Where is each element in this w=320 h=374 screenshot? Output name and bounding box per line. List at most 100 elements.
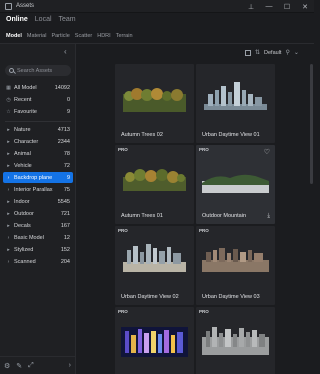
tab-material[interactable]: Material — [27, 33, 47, 39]
sidebar-item-count: 5545 — [57, 198, 70, 205]
pro-badge: PRO — [199, 147, 209, 152]
asset-name: Autumn Trees 02 — [121, 132, 163, 138]
sidebar-item-animal[interactable]: ▸ Animal 78 — [3, 148, 73, 159]
asset-card[interactable]: PRO Urban Daytime View 03 — [196, 226, 275, 305]
sidebar-item-label: Nature — [14, 126, 31, 133]
tab-online[interactable]: Online — [6, 16, 28, 23]
tab-team[interactable]: Team — [59, 16, 76, 23]
chevron-right-icon: › — [7, 234, 10, 241]
sidebar-item-label: Outdoor — [14, 210, 34, 217]
sort-dropdown[interactable]: Default — [264, 50, 281, 56]
tab-model[interactable]: Model — [6, 33, 22, 39]
tab-scatter[interactable]: Scatter — [75, 33, 92, 39]
tab-terrain[interactable]: Terrain — [116, 33, 133, 39]
chevron-right-icon: ▸ — [7, 138, 10, 145]
sidebar-item-interior-parallax[interactable]: › Interior Parallax 75 — [3, 184, 73, 195]
scrollbar[interactable] — [310, 64, 313, 184]
sidebar-item-favourite[interactable]: ☆ Favourite 9 — [3, 106, 73, 117]
sidebar-item-count: 78 — [63, 150, 70, 157]
window-controls: ⊥ — ☐ ✕ — [242, 0, 314, 13]
sidebar-item-label: Indoor — [14, 198, 30, 205]
grid-view-icon[interactable] — [245, 49, 251, 56]
chevron-right-icon: › — [7, 174, 10, 181]
sidebar-item-count: 12 — [63, 234, 70, 241]
tab-particle[interactable]: Particle — [51, 33, 69, 39]
asset-thumbnail — [202, 327, 269, 355]
expand-icon[interactable]: ⤢ — [28, 362, 34, 370]
sort-icon[interactable]: ⇅ — [255, 49, 260, 56]
sidebar-item-label: Backdrop plane — [14, 174, 53, 181]
sidebar-item-count: 72 — [63, 162, 70, 169]
pin-icon[interactable]: ⊥ — [242, 0, 260, 13]
minimize-icon[interactable]: — — [260, 0, 278, 13]
sidebar-item-basic-model[interactable]: › Basic Model 12 — [3, 232, 73, 243]
sidebar-item-count: 2344 — [57, 138, 70, 145]
sidebar-item-count: 9 — [66, 174, 70, 181]
chevron-right-icon[interactable]: › — [69, 362, 71, 369]
sidebar-item-count: 167 — [60, 222, 70, 229]
maximize-icon[interactable]: ☐ — [278, 0, 296, 13]
grid-icon: ▦ — [6, 84, 11, 91]
filter-icon[interactable]: ⚲ — [285, 49, 289, 56]
settings-icon[interactable]: ⚙ — [4, 362, 10, 370]
sidebar-item-vehicle[interactable]: ▸ Vehicle 72 — [3, 160, 73, 171]
sidebar-item-count: 14092 — [54, 84, 70, 91]
sidebar-item-indoor[interactable]: ▸ Indoor 5545 — [3, 196, 73, 207]
sidebar-item-label: Scanned — [14, 258, 36, 265]
sidebar-item-character[interactable]: ▸ Character 2344 — [3, 136, 73, 147]
sidebar-item-count: 0 — [66, 96, 70, 103]
sidebar-item-stylized[interactable]: ▸ Stylized 152 — [3, 244, 73, 255]
sidebar-item-label: Decals — [14, 222, 31, 229]
window-title: Assets — [16, 3, 35, 9]
sidebar-item-decals[interactable]: ▸ Decals 167 — [3, 220, 73, 231]
sidebar-item-outdoor[interactable]: ▸ Outdoor 721 — [3, 208, 73, 219]
asset-card[interactable]: Autumn Trees 02 — [115, 64, 194, 143]
tab-local[interactable]: Local — [35, 16, 52, 23]
sidebar: ‹ Search Assets ▦ All Model 14092 ◷ Rece… — [0, 44, 76, 374]
asset-name: Autumn Trees 01 — [121, 213, 163, 219]
sidebar-item-label: Stylized — [14, 246, 34, 253]
pro-badge: PRO — [118, 228, 128, 233]
sidebar-item-label: Animal — [14, 150, 31, 157]
pro-badge: PRO — [199, 228, 209, 233]
chevron-right-icon: ▸ — [7, 198, 10, 205]
edit-icon[interactable]: ✎ — [16, 362, 22, 370]
chevron-right-icon: ▸ — [7, 222, 10, 229]
sidebar-item-nature[interactable]: ▸ Nature 4713 — [3, 124, 73, 135]
download-icon[interactable]: ⤓ — [267, 213, 270, 220]
close-icon[interactable]: ✕ — [296, 0, 314, 13]
asset-card[interactable]: PRO — [196, 307, 275, 374]
asset-card[interactable]: Urban Daytime View 01 — [196, 64, 275, 143]
title-bar: Assets ⊥ — ☐ ✕ — [0, 0, 314, 13]
pro-badge: PRO — [199, 309, 209, 314]
sidebar-item-label: Interior Parallax — [14, 186, 53, 193]
category-tabs: Model Material Particle Scatter HDRI Ter… — [6, 33, 133, 39]
sidebar-item-label: Vehicle — [14, 162, 32, 169]
tab-hdri[interactable]: HDRI — [97, 33, 110, 39]
collapse-sidebar-icon[interactable]: ‹ — [64, 47, 67, 56]
search-input[interactable]: Search Assets — [5, 65, 71, 76]
chevron-right-icon: ▸ — [7, 126, 10, 133]
sidebar-item-count: 152 — [60, 246, 70, 253]
asset-card[interactable]: PRO Urban Daytime View 02 — [115, 226, 194, 305]
chevron-right-icon: ▸ — [7, 246, 10, 253]
sidebar-item-all-model[interactable]: ▦ All Model 14092 — [3, 82, 73, 93]
asset-thumbnail — [121, 327, 188, 357]
asset-name: Outdoor Mountain — [202, 213, 247, 219]
asset-card[interactable]: PRO Autumn Trees 01 — [115, 145, 194, 224]
chevron-down-icon[interactable]: ⌄ — [294, 49, 299, 56]
sidebar-item-count: 4713 — [57, 126, 70, 133]
heart-icon[interactable]: ♡ — [264, 148, 270, 156]
sidebar-item-recent[interactable]: ◷ Recent 0 — [3, 94, 73, 105]
pro-badge: PRO — [118, 147, 128, 152]
sidebar-item-label: Favourite — [14, 108, 37, 115]
chevron-right-icon: ▸ — [7, 162, 10, 169]
asset-card[interactable]: PRO — [115, 307, 194, 374]
asset-card[interactable]: PRO ♡ Outdoor Mountain ⤓ — [196, 145, 275, 224]
star-icon: ☆ — [6, 108, 11, 115]
sidebar-item-scanned[interactable]: › Scanned 204 — [3, 256, 73, 267]
sidebar-item-count: 204 — [60, 258, 70, 265]
asset-name: Urban Daytime View 01 — [202, 132, 260, 138]
sidebar-item-backdrop-plane[interactable]: › Backdrop plane 9 — [3, 172, 73, 183]
sidebar-item-label: Character — [14, 138, 39, 145]
